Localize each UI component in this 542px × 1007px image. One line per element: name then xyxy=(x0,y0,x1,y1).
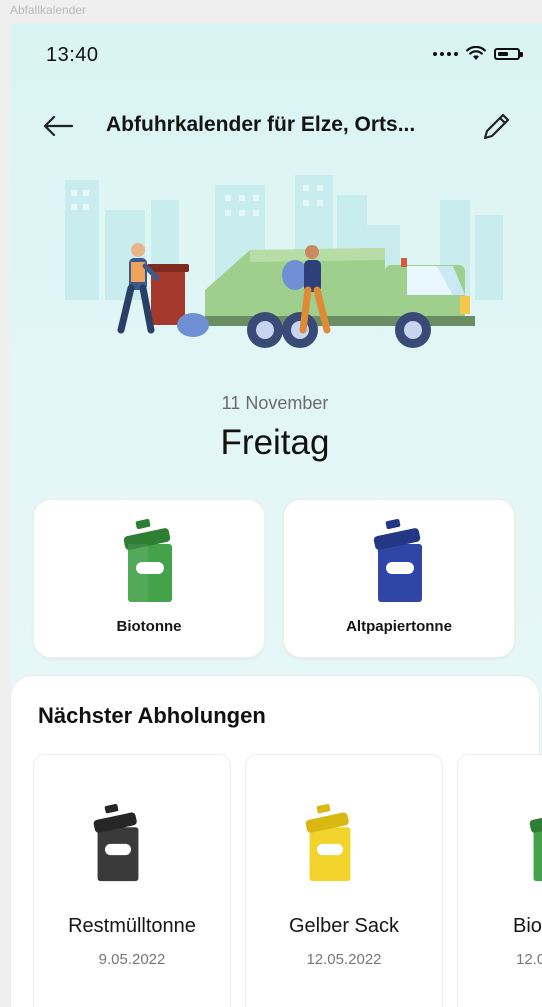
pencil-icon xyxy=(483,113,510,140)
status-time: 13:40 xyxy=(46,44,99,66)
pickup-card-bio[interactable]: Bio 12.0 xyxy=(457,754,542,1007)
battery-icon xyxy=(494,47,523,60)
green-bin-icon xyxy=(529,812,542,882)
edit-button[interactable] xyxy=(476,107,516,147)
pickup-name: Gelber Sack xyxy=(288,915,400,937)
status-icons xyxy=(433,46,523,61)
page-title: Abfuhrkalender für Elze, Orts... xyxy=(106,113,416,136)
header: Abfuhrkalender für Elze, Orts... xyxy=(10,103,542,147)
selected-date: 11 November xyxy=(221,393,329,413)
arrow-left-icon xyxy=(43,115,74,137)
pickup-name: Bio xyxy=(513,915,542,937)
bin-label: Altpapiertonne xyxy=(346,618,452,635)
black-bin-icon xyxy=(93,804,139,882)
pickup-card-gelber-sack[interactable]: Gelber Sack 12.05.2022 xyxy=(245,754,443,1007)
pickup-date: 9.05.2022 xyxy=(98,951,166,968)
back-button[interactable] xyxy=(38,109,78,143)
pickup-name: Restmülltonne xyxy=(68,915,196,937)
upcoming-pickups-list[interactable]: Restmülltonne 9.05.2022 Gelber Sack 12.0… xyxy=(33,754,542,1007)
phone-screen: 13:40 Abfuhrkalender für Elze, Orts... 1… xyxy=(10,23,542,1007)
green-bin-icon xyxy=(123,519,172,602)
today-bin-card-biotonne[interactable]: Biotonne xyxy=(33,499,265,658)
upcoming-pickups-sheet: Nächster Abholungen Restmülltonne 9.05.2… xyxy=(10,675,542,1007)
status-bar: 13:40 xyxy=(10,23,542,83)
yellow-bin-icon xyxy=(305,804,351,882)
wifi-icon xyxy=(466,46,486,60)
upcoming-title: Nächster Abholungen xyxy=(38,703,266,728)
pickup-date: 12.0 xyxy=(516,951,542,968)
signal-icon xyxy=(433,51,458,56)
garbage-truck-illustration xyxy=(65,175,503,348)
blue-bin-icon xyxy=(373,519,422,602)
selected-weekday: Freitag xyxy=(220,423,330,462)
window-title: Abfallkalender xyxy=(10,3,87,17)
today-bin-card-altpapiertonne[interactable]: Altpapiertonne xyxy=(283,499,515,658)
pickup-date: 12.05.2022 xyxy=(306,951,382,968)
bin-label: Biotonne xyxy=(116,618,182,635)
pickup-card-restmuelltonne[interactable]: Restmülltonne 9.05.2022 xyxy=(33,754,231,1007)
